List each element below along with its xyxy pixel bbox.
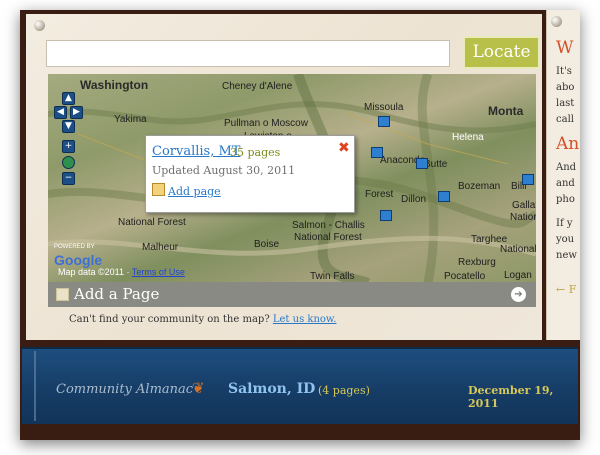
community-marker[interactable] [522, 174, 534, 185]
map-label: Boise [254, 239, 280, 250]
map-label: Malheur [142, 242, 179, 253]
window-frame: Locate Washington Cheney d'Alene Yakima … [20, 10, 580, 440]
side-text: and [556, 178, 575, 189]
side-text: abo [556, 82, 575, 93]
divider [34, 351, 36, 421]
globe-icon[interactable] [62, 156, 75, 169]
community-marker[interactable] [416, 158, 428, 169]
copyright-text: Map data ©2011 [58, 267, 125, 277]
zoom-in-button[interactable]: + [62, 140, 75, 153]
side-text: If y [556, 218, 573, 229]
map-label: Pullman o Moscow [224, 118, 308, 129]
map-label: Logan [504, 270, 532, 281]
add-page-bar[interactable]: Add a Page ➔ [48, 282, 536, 307]
map-label: Cheney d'Alene [222, 81, 293, 92]
map-label: Gallatin [512, 200, 536, 211]
side-text: new [556, 250, 577, 261]
pan-right-button[interactable]: ▶ [70, 106, 83, 119]
community-marker[interactable] [380, 210, 392, 221]
map-label: National Forest [118, 217, 186, 228]
map-label: Pocatello [444, 271, 486, 282]
pushpin-icon [551, 16, 562, 27]
map-label: Dillon [401, 194, 427, 205]
map-label: Missoula [364, 102, 404, 113]
current-date: December 19, 2011 [468, 384, 554, 410]
map-label: National Forest [510, 212, 536, 223]
pan-down-button[interactable]: ▼ [62, 120, 75, 133]
locate-button[interactable]: Locate [463, 36, 540, 69]
close-icon[interactable]: ✖ [338, 140, 350, 156]
pan-up-button[interactable]: ▲ [62, 92, 75, 105]
map-label: Salmon - Challis [292, 220, 365, 231]
pencil-icon [152, 183, 165, 196]
side-text: And [556, 162, 577, 173]
map-label: Twin Falls [310, 271, 355, 282]
popup-add-page-link[interactable]: Add page [168, 185, 221, 198]
map-label: National Forest [294, 232, 362, 243]
let-us-know-link[interactable]: Let us know. [273, 314, 337, 325]
powered-by-label: POWERED BY [54, 244, 95, 250]
map-label: National Forest [500, 244, 536, 255]
pan-left-button[interactable]: ◀ [54, 106, 67, 119]
brand-name[interactable]: Community Almanac [56, 382, 193, 397]
map-label: Helena [452, 132, 484, 143]
side-heading: An [556, 134, 580, 154]
map-label: Yakima [114, 114, 147, 125]
zoom-out-button[interactable]: − [62, 172, 75, 185]
side-text: call [556, 114, 574, 125]
side-text: last [556, 98, 575, 109]
google-logo[interactable]: Google [54, 252, 102, 268]
swirl-icon: ❦ [192, 379, 205, 397]
map-label: Bozeman [458, 181, 501, 192]
pencil-icon [56, 288, 69, 301]
terms-link[interactable]: Terms of Use [132, 267, 185, 277]
popup-community-link[interactable]: Corvallis, MT [152, 144, 240, 159]
community-page-count: (4 pages) [318, 384, 370, 397]
map-copyright: Map data ©2011 · Terms of Use [58, 267, 185, 277]
side-heading: W [556, 38, 574, 58]
side-text: pho [556, 194, 575, 205]
cant-find-note: Can't find your community on the map? Le… [69, 314, 336, 325]
add-page-label: Add a Page [74, 285, 160, 303]
arrow-right-icon[interactable]: ➔ [511, 287, 526, 302]
popup-page-count: 35 pages [230, 146, 281, 159]
bottom-bar: Community Almanac ❦ Salmon, ID (4 pages)… [22, 347, 578, 424]
search-input[interactable] [46, 40, 450, 67]
map-label: Rexburg [458, 257, 496, 268]
map-label: Forest [365, 189, 394, 200]
map-label: Washington [80, 78, 149, 92]
side-panel: W It's abo last call An And and pho If y… [546, 10, 580, 340]
map-label: Monta [488, 104, 524, 118]
side-text: It's [556, 66, 572, 77]
side-text: you [556, 234, 575, 245]
cant-find-text: Can't find your community on the map? [69, 314, 270, 325]
community-marker[interactable] [371, 147, 383, 158]
community-marker[interactable] [378, 116, 390, 127]
pushpin-icon [34, 20, 45, 31]
popup-updated-text: Updated August 30, 2011 [152, 164, 296, 177]
community-marker[interactable] [438, 191, 450, 202]
info-popup: Corvallis, MT 35 pages ✖ Updated August … [145, 135, 355, 213]
side-back-link[interactable]: ← F [556, 283, 576, 296]
current-community[interactable]: Salmon, ID [228, 381, 315, 397]
